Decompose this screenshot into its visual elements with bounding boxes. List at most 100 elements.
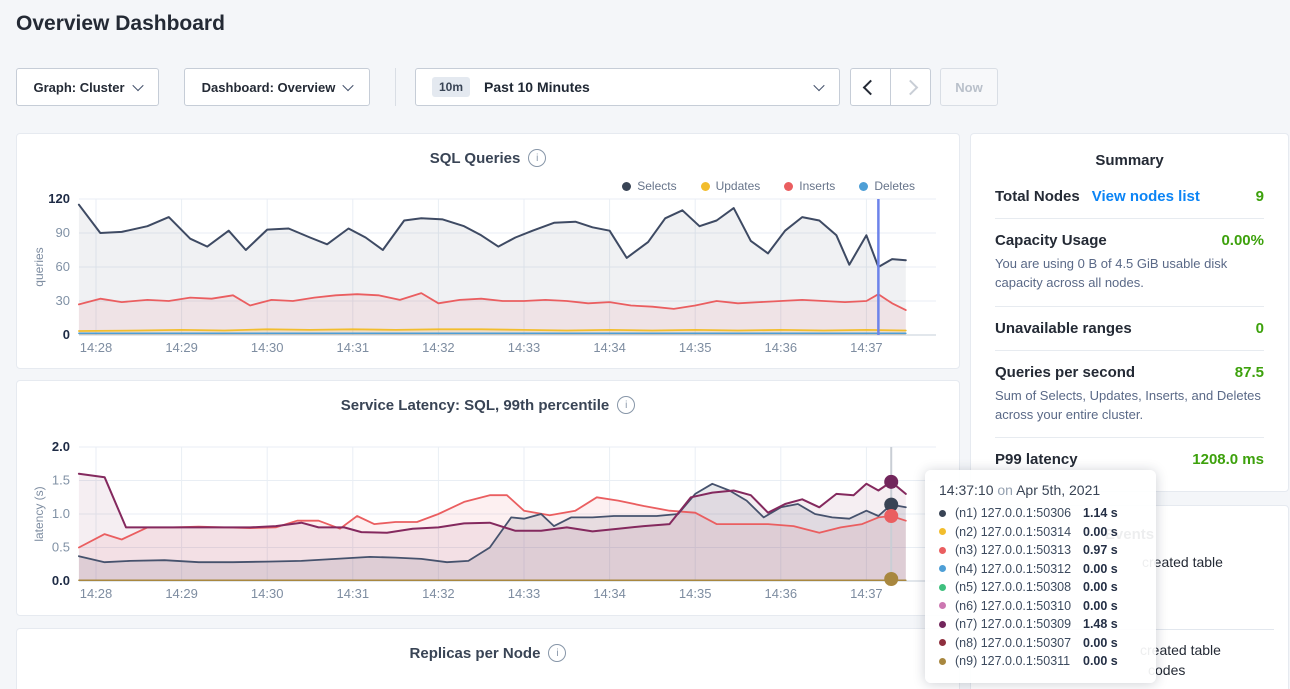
tooltip-node-row: (n5) 127.0.0.1:503080.00 s: [939, 578, 1142, 597]
svg-text:14:29: 14:29: [165, 340, 198, 355]
capacity-usage-desc: You are using 0 B of 4.5 GiB usable disk…: [995, 255, 1264, 293]
node-address: (n6) 127.0.0.1:50310: [955, 597, 1083, 616]
replicas-title-row: Replicas per Node i: [17, 644, 959, 662]
node-color-dot: [939, 510, 946, 517]
qps-desc: Sum of Selects, Updates, Inserts, and De…: [995, 387, 1264, 425]
info-icon[interactable]: i: [548, 644, 566, 662]
page-title: Overview Dashboard: [16, 12, 225, 36]
time-next-button[interactable]: [890, 68, 931, 106]
svg-text:14:35: 14:35: [679, 340, 712, 355]
node-latency-value: 0.97 s: [1083, 541, 1118, 560]
tooltip-node-row: (n3) 127.0.0.1:503130.97 s: [939, 541, 1142, 560]
svg-text:14:28: 14:28: [80, 340, 113, 355]
summary-panel: Summary Total Nodes View nodes list 9 Ca…: [970, 133, 1289, 492]
node-color-dot: [939, 602, 946, 609]
node-address: (n1) 127.0.0.1:50306: [955, 504, 1083, 523]
tooltip-node-row: (n9) 127.0.0.1:503110.00 s: [939, 652, 1142, 671]
toolbar: Graph: Cluster Dashboard: Overview 10m P…: [0, 68, 1290, 106]
chevron-left-icon: [863, 79, 879, 95]
node-color-dot: [939, 565, 946, 572]
graph-dropdown[interactable]: Graph: Cluster: [16, 68, 159, 106]
service-latency-chart[interactable]: 14:2814:2914:3014:3114:3214:3314:3414:35…: [17, 381, 961, 617]
total-nodes-label: Total Nodes: [995, 188, 1080, 205]
replicas-per-node-card: Replicas per Node i: [16, 628, 960, 689]
p99-latency-value: 1208.0 ms: [1192, 451, 1264, 468]
svg-text:14:33: 14:33: [508, 586, 541, 601]
svg-text:14:31: 14:31: [337, 340, 370, 355]
svg-text:14:28: 14:28: [80, 586, 113, 601]
svg-text:0.5: 0.5: [52, 540, 70, 555]
tooltip-node-row: (n1) 127.0.0.1:503061.14 s: [939, 504, 1142, 523]
capacity-usage-label: Capacity Usage: [995, 232, 1107, 249]
sql-queries-card: SQL Queries i SelectsUpdatesInsertsDelet…: [16, 133, 960, 369]
tooltip-node-row: (n6) 127.0.0.1:503100.00 s: [939, 597, 1142, 616]
svg-text:14:32: 14:32: [422, 340, 455, 355]
tooltip-node-row: (n4) 127.0.0.1:503120.00 s: [939, 560, 1142, 579]
summary-row-capacity: Capacity Usage 0.00% You are using 0 B o…: [995, 218, 1264, 306]
chevron-down-icon: [813, 80, 824, 91]
svg-text:14:29: 14:29: [165, 586, 198, 601]
svg-text:60: 60: [56, 259, 70, 274]
node-latency-value: 1.48 s: [1083, 615, 1118, 634]
tooltip-node-row: (n2) 127.0.0.1:503140.00 s: [939, 523, 1142, 542]
tooltip-node-row: (n8) 127.0.0.1:503070.00 s: [939, 634, 1142, 653]
sql-queries-chart[interactable]: 14:28 14:29 14:30 14:31 14:32 14:33 14:34 14:35…: [17, 134, 961, 370]
svg-text:queries: queries: [32, 247, 46, 286]
svg-text:14:36: 14:36: [765, 586, 798, 601]
chevron-down-icon: [343, 80, 354, 91]
service-latency-card: Service Latency: SQL, 99th percentile i …: [16, 380, 960, 616]
replicas-title: Replicas per Node: [410, 645, 541, 662]
node-color-dot: [939, 621, 946, 628]
node-latency-value: 0.00 s: [1083, 560, 1118, 579]
svg-text:120: 120: [48, 191, 70, 206]
time-prev-button[interactable]: [850, 68, 891, 106]
toolbar-divider: [395, 68, 396, 106]
svg-text:14:33: 14:33: [508, 340, 541, 355]
svg-text:latency (s): latency (s): [32, 486, 46, 541]
dashboard-dropdown[interactable]: Dashboard: Overview: [184, 68, 370, 106]
node-latency-value: 0.00 s: [1083, 634, 1118, 653]
node-color-dot: [939, 547, 946, 554]
tooltip-node-row: (n7) 127.0.0.1:503091.48 s: [939, 615, 1142, 634]
total-nodes-value: 9: [1256, 188, 1264, 205]
node-address: (n4) 127.0.0.1:50312: [955, 560, 1083, 579]
time-range-label: Past 10 Minutes: [484, 79, 815, 95]
node-color-dot: [939, 658, 946, 665]
svg-text:30: 30: [56, 293, 70, 308]
now-button[interactable]: Now: [940, 68, 998, 106]
qps-value: 87.5: [1235, 364, 1264, 381]
node-address: (n7) 127.0.0.1:50309: [955, 615, 1083, 634]
node-address: (n5) 127.0.0.1:50308: [955, 578, 1083, 597]
chart-hover-tooltip: 14:37:10 on Apr 5th, 2021 (n1) 127.0.0.1…: [925, 470, 1156, 683]
svg-text:2.0: 2.0: [52, 439, 70, 454]
unavailable-ranges-value: 0: [1256, 320, 1264, 337]
svg-text:0: 0: [63, 327, 70, 342]
svg-text:14:37: 14:37: [850, 586, 883, 601]
svg-text:14:34: 14:34: [593, 586, 626, 601]
svg-text:0.0: 0.0: [52, 573, 70, 588]
chevron-right-icon: [903, 79, 919, 95]
svg-text:90: 90: [56, 225, 70, 240]
qps-label: Queries per second: [995, 364, 1135, 381]
time-range-dropdown[interactable]: 10m Past 10 Minutes: [415, 68, 840, 106]
node-latency-value: 1.14 s: [1083, 504, 1118, 523]
svg-text:14:37: 14:37: [850, 340, 883, 355]
node-address: (n2) 127.0.0.1:50314: [955, 523, 1083, 542]
node-address: (n8) 127.0.0.1:50307: [955, 634, 1083, 653]
overview-dashboard-page: Overview Dashboard Graph: Cluster Dashbo…: [0, 0, 1290, 689]
svg-text:14:34: 14:34: [593, 340, 626, 355]
node-color-dot: [939, 528, 946, 535]
node-latency-value: 0.00 s: [1083, 597, 1118, 616]
node-address: (n9) 127.0.0.1:50311: [955, 652, 1083, 671]
node-color-dot: [939, 639, 946, 646]
node-latency-value: 0.00 s: [1083, 652, 1118, 671]
summary-row-unavailable: Unavailable ranges 0: [995, 306, 1264, 350]
svg-text:14:30: 14:30: [251, 340, 284, 355]
svg-text:14:35: 14:35: [679, 586, 712, 601]
time-nav-group: [850, 68, 931, 106]
svg-text:14:32: 14:32: [422, 586, 455, 601]
time-range-badge: 10m: [432, 77, 470, 97]
tooltip-timestamp: 14:37:10 on Apr 5th, 2021: [939, 482, 1142, 498]
view-nodes-list-link[interactable]: View nodes list: [1092, 188, 1200, 205]
node-address: (n3) 127.0.0.1:50313: [955, 541, 1083, 560]
